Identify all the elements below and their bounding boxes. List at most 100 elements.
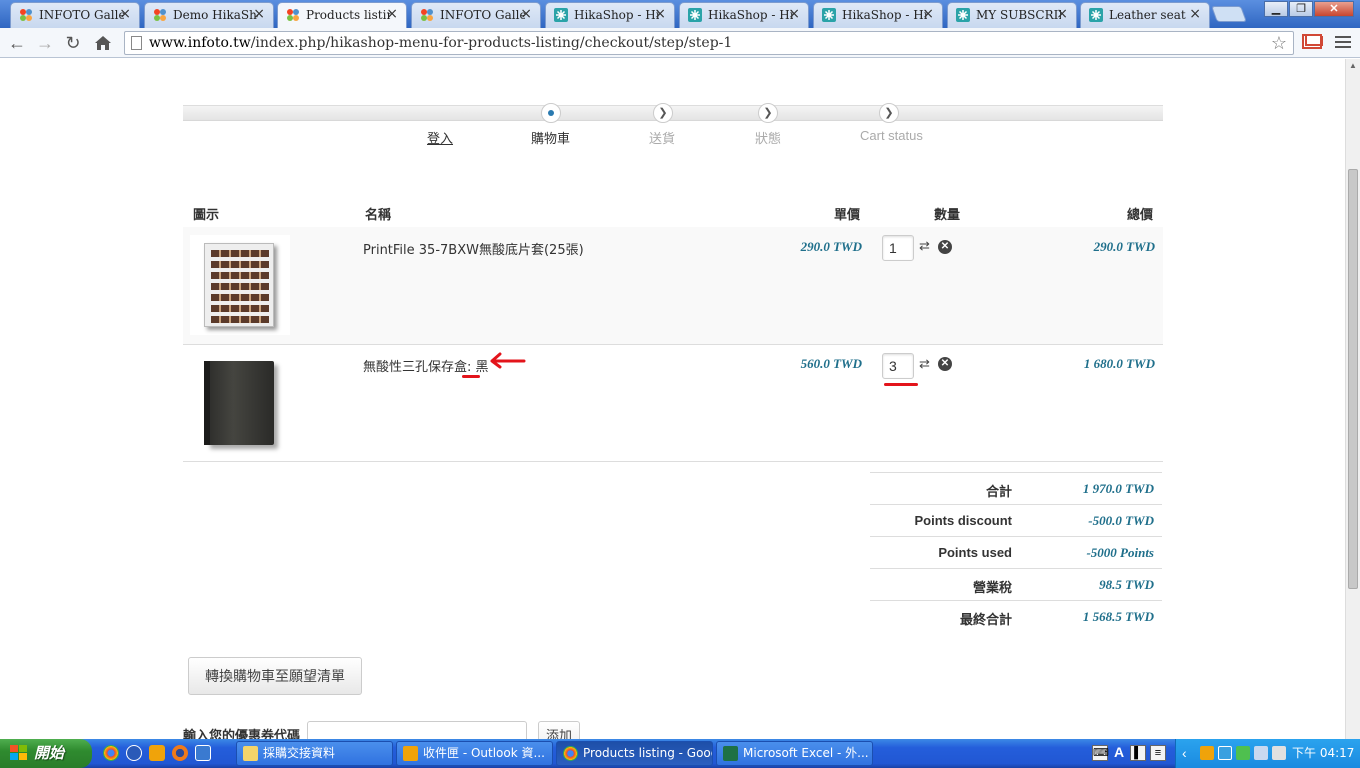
minimize-button[interactable]: ▁: [1264, 1, 1288, 17]
checkout-progress-bar: [183, 105, 1163, 121]
remove-icon[interactable]: ✕: [938, 357, 952, 371]
tab-hikashop-3[interactable]: HikaShop - Hika ×: [813, 2, 943, 28]
tab-products-listing[interactable]: Products listing ×: [277, 2, 407, 28]
ime-width-icon[interactable]: ▌: [1130, 745, 1146, 761]
subtotal-value: 1 970.0 TWD: [1082, 481, 1154, 496]
black-box-image: [206, 361, 274, 445]
show-hidden-icons-icon[interactable]: ‹: [1182, 746, 1196, 760]
tab-infoto-gallery-2[interactable]: INFOTO Gallery ×: [411, 2, 541, 28]
ie-icon[interactable]: [195, 745, 211, 761]
close-icon[interactable]: ×: [1189, 6, 1201, 22]
tab-title: MY SUBSCRIPT: [976, 8, 1061, 22]
gmail-icon[interactable]: [1302, 34, 1322, 49]
step-cart-status: Cart status: [860, 128, 923, 143]
coupon-input[interactable]: [307, 721, 527, 739]
product-image-printfile[interactable]: [190, 235, 290, 335]
tab-hikashop-2[interactable]: HikaShop - Hika ×: [679, 2, 809, 28]
tab-my-subscription[interactable]: MY SUBSCRIPT ×: [947, 2, 1077, 28]
back-arrow-icon[interactable]: ←: [6, 32, 28, 54]
volume-icon[interactable]: [1272, 746, 1286, 760]
line-total: 1 680.0 TWD: [1083, 356, 1155, 371]
joomla-icon: [153, 8, 167, 22]
folder-icon: [243, 746, 258, 761]
tab-title: HikaShop - Hika: [708, 8, 793, 22]
outlook-icon[interactable]: [149, 745, 165, 761]
close-icon[interactable]: ×: [654, 6, 666, 22]
product-name[interactable]: 無酸性三孔保存盒: 黑: [363, 356, 489, 375]
joomla-icon: [19, 8, 33, 22]
divider: [183, 461, 1163, 462]
tab-title: HikaShop - Hika: [842, 8, 927, 22]
taskbar-item-folder[interactable]: 採購交接資料: [236, 741, 393, 766]
firefox-icon[interactable]: [172, 745, 188, 761]
bookmark-star-icon[interactable]: ☆: [1271, 33, 1287, 54]
taskbar-item-chrome[interactable]: Products listing - Goog...: [556, 741, 713, 766]
points-discount-value: -500.0 TWD: [1088, 513, 1154, 528]
joomla-icon: [286, 8, 300, 22]
clock[interactable]: 下午 04:17: [1292, 739, 1354, 768]
unit-price: 290.0 TWD: [800, 239, 862, 254]
scroll-up-icon[interactable]: ▲: [1349, 61, 1357, 70]
divider: [183, 344, 1163, 345]
taskbar-item-excel[interactable]: Microsoft Excel - 外...: [716, 741, 873, 766]
refresh-icon[interactable]: ⇄: [919, 239, 933, 253]
restore-button[interactable]: ❐: [1289, 1, 1313, 17]
taskbar-item-outlook[interactable]: 收件匣 - Outlook 資...: [396, 741, 553, 766]
divider: [870, 600, 1162, 601]
quantity-input[interactable]: [882, 353, 914, 379]
final-total-value: 1 568.5 TWD: [1082, 609, 1154, 624]
address-bar[interactable]: www.infoto.tw/index.php/hikashop-menu-fo…: [124, 31, 1294, 55]
header-unit-price: 單價: [834, 208, 861, 223]
product-image-storage-box[interactable]: [190, 349, 290, 449]
remove-icon[interactable]: ✕: [938, 240, 952, 254]
close-icon[interactable]: ×: [1056, 6, 1068, 22]
menu-icon[interactable]: [1335, 36, 1351, 50]
ime-mode[interactable]: A: [1111, 745, 1127, 761]
new-tab-button[interactable]: [1211, 6, 1247, 22]
hikashop-icon: [554, 8, 568, 22]
outlook-icon[interactable]: [1200, 746, 1214, 760]
tab-leather-seat[interactable]: Leather seat ×: [1080, 2, 1210, 28]
tab-hikashop-1[interactable]: HikaShop - Hika ×: [545, 2, 675, 28]
step-login[interactable]: 登入: [427, 128, 453, 147]
chrome-icon[interactable]: [103, 745, 119, 761]
forward-arrow-icon[interactable]: →: [34, 32, 56, 54]
step-chevron-icon: ❯: [879, 103, 899, 123]
quantity-input[interactable]: [882, 235, 914, 261]
add-coupon-button[interactable]: 添加: [538, 721, 580, 739]
ime-tools-icon[interactable]: ≡: [1150, 745, 1166, 761]
divider: [870, 568, 1162, 569]
start-button[interactable]: 開始: [0, 739, 92, 768]
network-icon[interactable]: [1254, 746, 1268, 760]
home-icon[interactable]: [92, 32, 114, 54]
keyboard-icon[interactable]: ⌨: [1092, 745, 1109, 761]
windows-taskbar: 開始 採購交接資料 收件匣 - Outlook 資... Products li…: [0, 739, 1360, 768]
dropbox-icon[interactable]: [1218, 746, 1232, 760]
convert-to-wishlist-button[interactable]: 轉換購物車至願望清單: [188, 657, 362, 695]
divider: [870, 472, 1162, 473]
close-icon[interactable]: ×: [253, 6, 265, 22]
browser-tab-strip: INFOTO Gallery × Demo HikaShop × Product…: [0, 0, 1360, 28]
header-name: 名稱: [365, 208, 392, 223]
tab-infoto-gallery[interactable]: INFOTO Gallery ×: [10, 2, 140, 28]
scrollbar-thumb[interactable]: [1348, 169, 1358, 589]
annotation-underline: [884, 383, 918, 386]
refresh-icon[interactable]: ⇄: [919, 357, 933, 371]
close-icon[interactable]: ×: [386, 6, 398, 22]
maxthon-icon[interactable]: [126, 745, 142, 761]
hikashop-icon: [822, 8, 836, 22]
close-icon[interactable]: ×: [119, 6, 131, 22]
vertical-scrollbar[interactable]: ▲: [1345, 59, 1360, 739]
tab-title: Leather seat: [1109, 8, 1186, 22]
product-name[interactable]: PrintFile 35-7BXW無酸底片套(25張): [363, 239, 584, 258]
tab-demo-hikashop[interactable]: Demo HikaShop ×: [144, 2, 274, 28]
close-icon[interactable]: ×: [520, 6, 532, 22]
reload-icon[interactable]: ↻: [62, 32, 84, 54]
header-image: 圖示: [193, 208, 220, 223]
window-close-button[interactable]: ✕: [1314, 1, 1354, 17]
close-icon[interactable]: ×: [922, 6, 934, 22]
close-icon[interactable]: ×: [788, 6, 800, 22]
film-sheet-image: [204, 243, 274, 327]
security-icon[interactable]: [1236, 746, 1250, 760]
header-total: 總價: [1127, 208, 1154, 223]
